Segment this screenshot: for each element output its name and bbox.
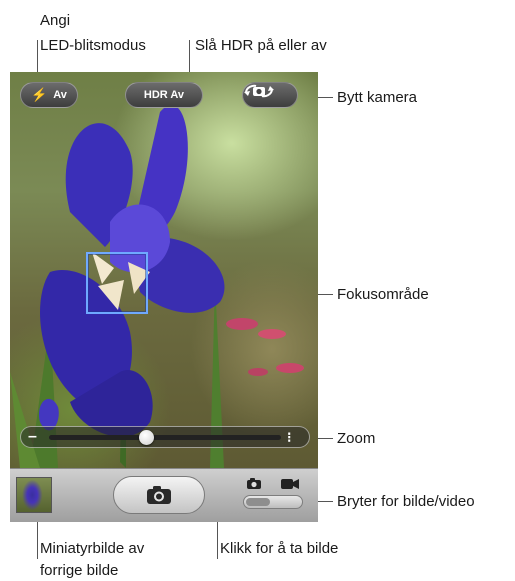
camera-icon [147, 486, 171, 504]
mode-icons [242, 477, 302, 491]
hdr-button[interactable]: HDR Av [125, 82, 203, 108]
flash-callout-line2: LED-blitsmodus [40, 37, 146, 54]
camera-screen: ⚡ Av HDR Av – ⁝ [10, 72, 318, 522]
switch-camera-button[interactable] [242, 82, 298, 108]
zoom-in-icon: ⁝ [287, 429, 292, 445]
flash-button[interactable]: ⚡ Av [20, 82, 78, 108]
shutter-button[interactable] [113, 476, 205, 514]
thumbnail-callout-line2: forrige bilde [40, 562, 119, 579]
zoom-callout: Zoom [337, 430, 376, 447]
thumbnail-leader-line [37, 517, 38, 559]
camera-rotate-icon [244, 84, 274, 98]
switch-camera-callout: Bytt kamera [337, 89, 418, 106]
zoom-track [49, 435, 281, 440]
camera-toolbar [10, 468, 318, 522]
flash-callout-line1: Angi [40, 12, 71, 29]
zoom-out-icon: – [28, 428, 37, 445]
thumbnail-callout-line1: Miniatyrbilde av [40, 540, 145, 557]
iris-photo [10, 104, 304, 468]
viewfinder[interactable]: ⚡ Av HDR Av – ⁝ [10, 72, 318, 468]
zoom-slider[interactable]: – ⁝ [20, 426, 310, 448]
photo-video-switch[interactable] [243, 495, 303, 509]
hdr-callout: Slå HDR på eller av [195, 37, 327, 54]
focus-area[interactable] [86, 252, 148, 314]
shutter-leader-line [217, 517, 218, 559]
photo-mode-icon [247, 478, 261, 489]
video-camera-icon [281, 479, 299, 489]
lightning-bolt-icon: ⚡ [31, 87, 48, 102]
zoom-thumb[interactable] [138, 430, 154, 445]
focus-callout: Fokusområde [337, 286, 429, 303]
shutter-callout: Klikk for å ta bilde [220, 540, 339, 557]
flash-mode-label: Av [53, 89, 67, 101]
photo-video-callout: Bryter for bilde/video [337, 493, 475, 510]
previous-photo-thumbnail[interactable] [16, 477, 52, 513]
photo-video-switch-knob[interactable] [246, 498, 270, 506]
